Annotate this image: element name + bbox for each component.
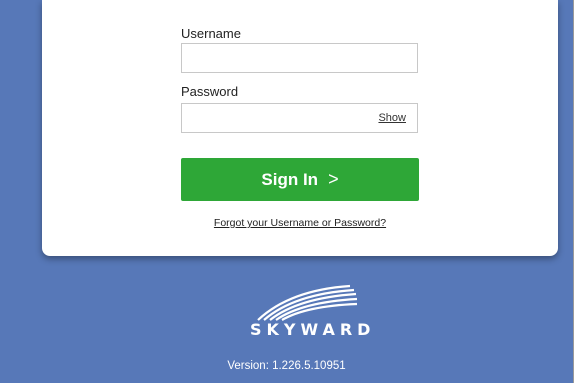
sign-in-button[interactable]: Sign In >: [181, 158, 419, 201]
password-label: Password: [181, 84, 239, 99]
forgot-credentials-link[interactable]: Forgot your Username or Password?: [42, 217, 558, 229]
login-card: Username Password Show Sign In > Forgot …: [42, 0, 558, 256]
username-field[interactable]: [181, 43, 418, 73]
window-edge: [573, 0, 574, 383]
version-text: Version: 1.226.5.10951: [227, 360, 346, 372]
skyward-logo: SKYWARD: [250, 282, 376, 344]
username-label: Username: [181, 26, 241, 41]
skyward-swoosh-icon: [257, 284, 358, 321]
password-field[interactable]: Show: [181, 103, 418, 133]
sign-in-label: Sign In: [261, 169, 319, 189]
skyward-wordmark: SKYWARD: [250, 320, 376, 339]
chevron-right-icon: >: [328, 169, 339, 189]
show-password-link[interactable]: Show: [378, 112, 406, 124]
